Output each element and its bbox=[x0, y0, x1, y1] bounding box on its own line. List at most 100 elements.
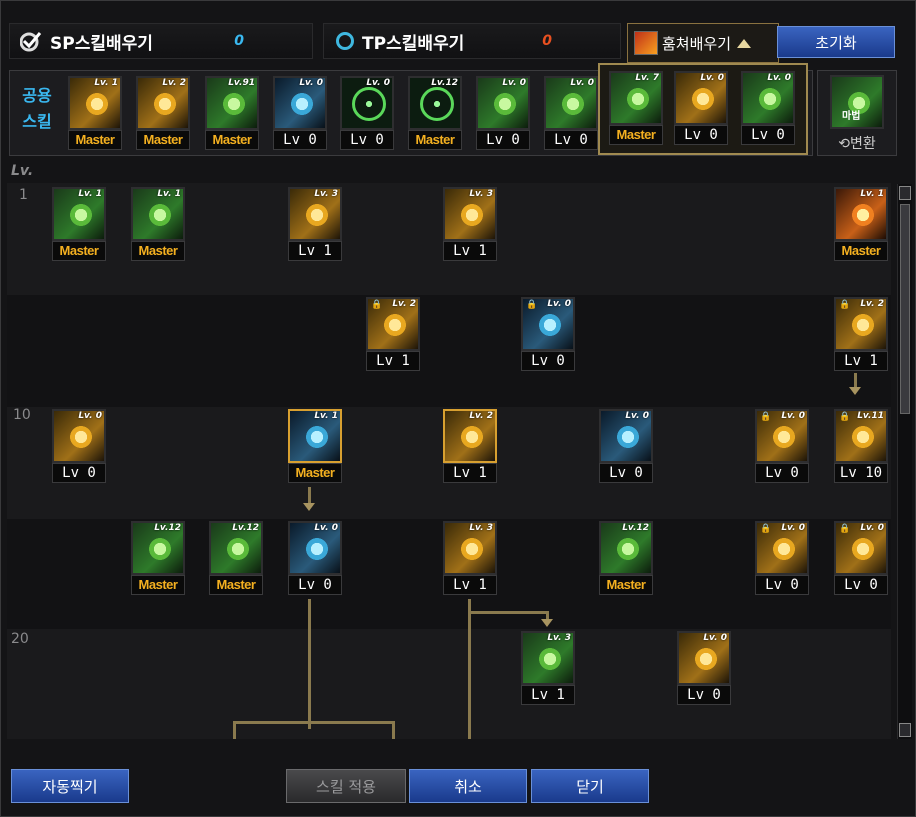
tree-skill-slot[interactable]: Lv. 1 Master bbox=[288, 409, 342, 483]
tree-skill-slot[interactable]: Lv. 0 Lv 0 bbox=[288, 521, 342, 595]
skill-icon: Lv.11 🔒 bbox=[834, 409, 888, 463]
tree-skill-slot[interactable]: Lv. 3 Lv 1 bbox=[443, 187, 497, 261]
skill-icon: Lv. 7 bbox=[609, 71, 663, 125]
tree-skill-slot[interactable]: Lv.12 Master bbox=[209, 521, 263, 595]
tree-skill-slot[interactable]: Lv. 1 Master bbox=[52, 187, 106, 261]
tp-learn-panel[interactable]: TP스킬배우기 0 bbox=[323, 23, 621, 59]
skill-icon: Lv. 0 bbox=[52, 409, 106, 463]
skill-level-label: Lv 0 bbox=[599, 463, 653, 483]
skill-tree: 1 10 20 Lv. 1 Master Lv. 1 Master Lv. 3 Lv 1L… bbox=[7, 183, 891, 739]
tree-skill-slot[interactable]: Lv. 0 Lv 0 bbox=[52, 409, 106, 483]
tree-skill-slot[interactable]: Lv. 0 🔒 Lv 0 bbox=[834, 521, 888, 595]
tp-points-value: 0 bbox=[542, 33, 552, 49]
lock-icon: 🔒 bbox=[839, 412, 851, 422]
skill-icon: Lv. 3 bbox=[443, 521, 497, 575]
scroll-up-icon[interactable] bbox=[899, 186, 911, 200]
tree-skill-slot[interactable]: Lv. 1 Master bbox=[834, 187, 888, 261]
tree-skill-slot[interactable]: Lv. 1 Master bbox=[131, 187, 185, 261]
skill-icon: Lv. 0 bbox=[340, 76, 394, 130]
scroll-thumb[interactable] bbox=[900, 204, 910, 414]
connector-line bbox=[392, 721, 395, 739]
skill-level-label: Master bbox=[408, 130, 462, 150]
apply-skills-button[interactable]: 스킬 적용 bbox=[286, 769, 406, 803]
row-level-20: 20 bbox=[11, 631, 29, 647]
skill-level-badge: Lv. 3 bbox=[469, 523, 493, 533]
skill-level-badge: Lv. 0 bbox=[781, 523, 805, 533]
skill-level-label: Lv 0 bbox=[521, 351, 575, 371]
common-skill-slot[interactable]: Lv. 7 Master bbox=[609, 71, 663, 145]
skill-level-label: Lv 1 bbox=[443, 241, 497, 261]
scroll-down-icon[interactable] bbox=[899, 723, 911, 737]
tree-skill-slot[interactable]: Lv. 0 🔒 Lv 0 bbox=[755, 409, 809, 483]
convert-panel[interactable]: 마법 ⟲변환 bbox=[817, 70, 897, 156]
row-level-10: 10 bbox=[13, 407, 31, 423]
skill-icon: Lv. 0 bbox=[273, 76, 327, 130]
check-shield-icon bbox=[19, 30, 42, 52]
common-skill-slot[interactable]: Lv. 2 Master bbox=[136, 76, 190, 150]
skill-level-badge: Lv. 0 bbox=[502, 78, 526, 88]
tree-skill-slot[interactable]: Lv.11 🔒 Lv 10 bbox=[834, 409, 888, 483]
tree-skill-slot[interactable]: Lv. 0 Lv 0 bbox=[677, 631, 731, 705]
tree-scrollbar[interactable] bbox=[897, 184, 912, 739]
common-skill-slot[interactable]: Lv.12 Master bbox=[408, 76, 462, 150]
common-skill-slot[interactable]: Lv. 0 Lv 0 bbox=[544, 76, 598, 150]
skill-icon: Lv. 2 bbox=[136, 76, 190, 130]
skill-level-badge: Lv. 1 bbox=[94, 78, 118, 88]
connector-line bbox=[468, 611, 546, 614]
convert-icon-text: 마법 bbox=[842, 111, 861, 122]
skill-icon: Lv. 3 bbox=[521, 631, 575, 685]
skill-level-label: Lv 1 bbox=[443, 575, 497, 595]
skill-level-badge: Lv. 3 bbox=[469, 189, 493, 199]
skill-level-label: Master bbox=[599, 575, 653, 595]
close-button[interactable]: 닫기 bbox=[531, 769, 649, 803]
common-label-line2: 스킬 bbox=[22, 112, 52, 131]
skill-icon: Lv. 2 🔒 bbox=[834, 297, 888, 351]
skill-level-label: Master bbox=[131, 575, 185, 595]
skill-level-label: Lv 1 bbox=[521, 685, 575, 705]
steal-learn-toggle[interactable]: 훔쳐배우기 bbox=[627, 23, 779, 63]
tree-skill-slot[interactable]: Lv. 2 🔒 Lv 1 bbox=[834, 297, 888, 371]
skill-icon: Lv. 0 🔒 bbox=[755, 409, 809, 463]
tree-skill-slot[interactable]: Lv. 0 Lv 0 bbox=[599, 409, 653, 483]
reset-button[interactable]: 초기화 bbox=[777, 26, 895, 58]
tree-skill-slot[interactable]: Lv. 2 Lv 1 bbox=[443, 409, 497, 483]
common-label-line1: 공용 bbox=[22, 86, 52, 105]
tree-skill-slot[interactable]: Lv. 2 🔒 Lv 1 bbox=[366, 297, 420, 371]
common-skill-slot[interactable]: Lv. 0 Lv 0 bbox=[674, 71, 728, 145]
skill-icon: Lv.12 bbox=[131, 521, 185, 575]
skill-level-label: Lv 1 bbox=[443, 463, 497, 483]
tree-skill-slot[interactable]: Lv. 3 Lv 1 bbox=[443, 521, 497, 595]
skill-level-label: Master bbox=[288, 463, 342, 483]
common-skill-slot[interactable]: Lv. 0 Lv 0 bbox=[476, 76, 530, 150]
tree-skill-slot[interactable]: Lv.12 Master bbox=[599, 521, 653, 595]
common-skill-slot[interactable]: Lv.91 Master bbox=[205, 76, 259, 150]
skill-level-label: Lv 0 bbox=[273, 130, 327, 150]
lock-icon: 🔒 bbox=[371, 300, 383, 310]
sp-learn-panel[interactable]: SP스킬배우기 0 bbox=[9, 23, 313, 59]
skill-level-badge: Lv.12 bbox=[154, 523, 181, 533]
skill-level-badge: Lv. 0 bbox=[78, 411, 102, 421]
skill-icon: Lv. 0 🔒 bbox=[521, 297, 575, 351]
lock-icon: 🔒 bbox=[526, 300, 538, 310]
tree-skill-slot[interactable]: Lv. 3 Lv 1 bbox=[521, 631, 575, 705]
tree-skill-slot[interactable]: Lv.12 Master bbox=[131, 521, 185, 595]
skill-level-badge: Lv. 0 bbox=[700, 73, 724, 83]
connector-line bbox=[233, 721, 395, 724]
tree-skill-slot[interactable]: Lv. 0 🔒 Lv 0 bbox=[521, 297, 575, 371]
auto-assign-button[interactable]: 자동찍기 bbox=[11, 769, 129, 803]
tree-skill-slot[interactable]: Lv. 3 Lv 1 bbox=[288, 187, 342, 261]
tree-band bbox=[7, 629, 891, 739]
skill-level-label: Master bbox=[131, 241, 185, 261]
common-skill-slot[interactable]: Lv. 0 Lv 0 bbox=[741, 71, 795, 145]
tree-band bbox=[7, 295, 891, 407]
skill-level-badge: Lv. 0 bbox=[366, 78, 390, 88]
common-skill-slot[interactable]: Lv. 1 Master bbox=[68, 76, 122, 150]
skill-level-badge: Lv. 0 bbox=[860, 523, 884, 533]
skill-level-label: Master bbox=[205, 130, 259, 150]
common-skill-slot[interactable]: Lv. 0 Lv 0 bbox=[340, 76, 394, 150]
skill-level-badge: Lv.91 bbox=[228, 78, 255, 88]
common-skill-slot[interactable]: Lv. 0 Lv 0 bbox=[273, 76, 327, 150]
skill-level-badge: Lv. 3 bbox=[547, 633, 571, 643]
tree-skill-slot[interactable]: Lv. 0 🔒 Lv 0 bbox=[755, 521, 809, 595]
cancel-button[interactable]: 취소 bbox=[409, 769, 527, 803]
